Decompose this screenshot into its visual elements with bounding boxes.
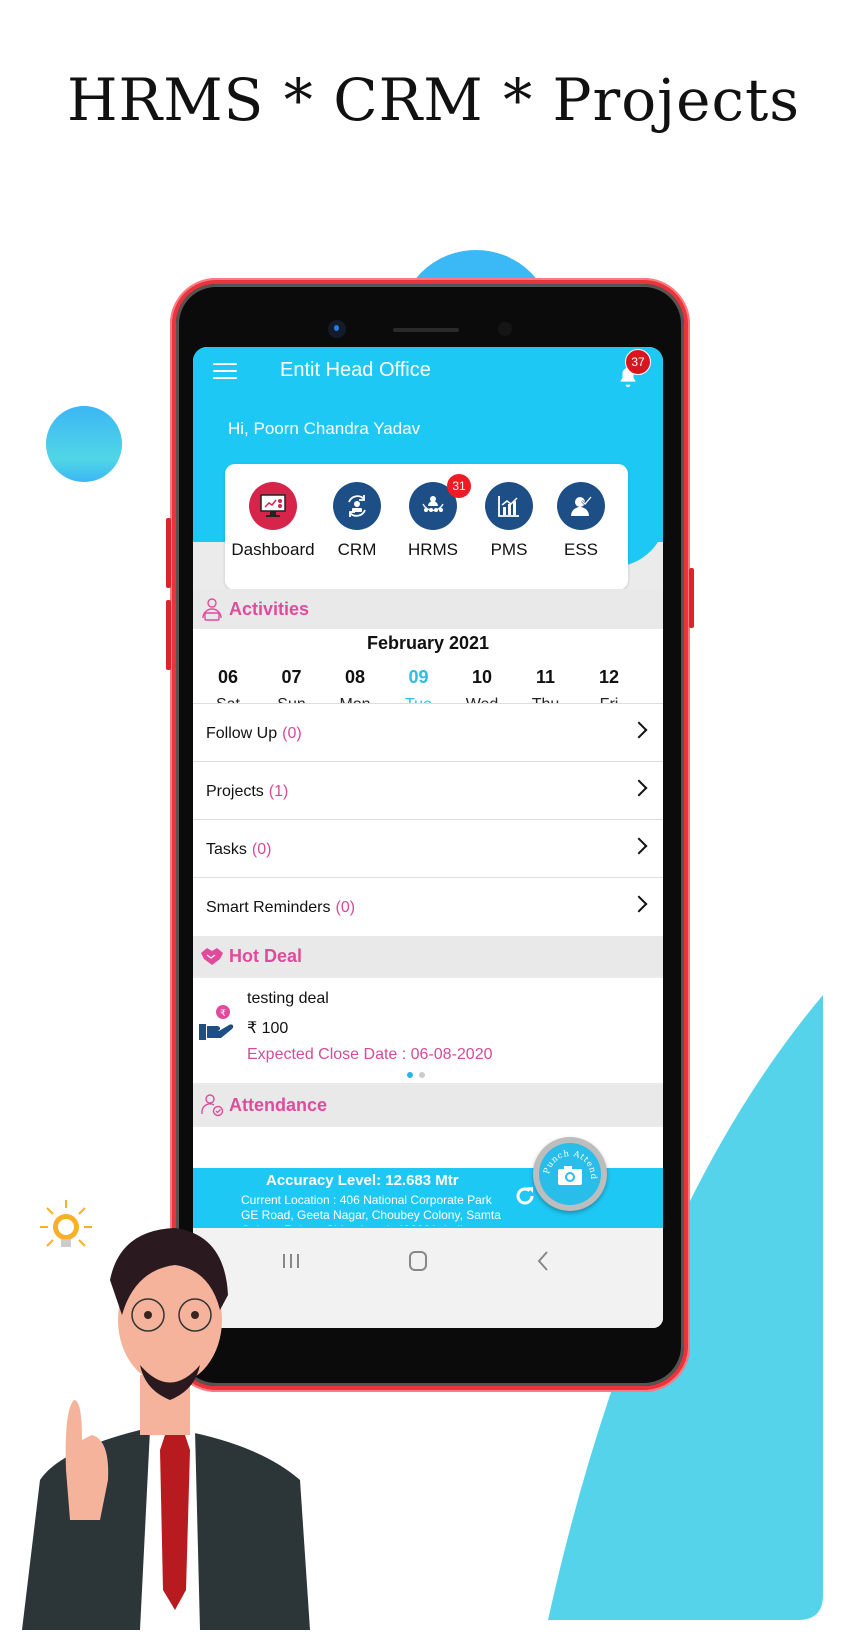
- greeting: Hi, Poorn Chandra Yadav: [228, 419, 421, 438]
- module-label: CRM: [337, 540, 377, 559]
- activity-label: Follow Up: [206, 724, 278, 742]
- app-title: Entit Head Office: [280, 359, 431, 381]
- hot-deal-title: Hot Deal: [229, 945, 303, 966]
- activity-row[interactable]: Smart Reminders (0): [193, 877, 663, 937]
- earpiece: [393, 328, 459, 332]
- dashboard-monitor-icon: [249, 482, 297, 530]
- chevron-right-icon: [630, 837, 648, 855]
- activity-count: (0): [251, 840, 272, 858]
- back-icon[interactable]: [523, 1246, 563, 1276]
- decorative-circle: [46, 406, 122, 482]
- app-screen: Entit Head Office 37 Hi, Poorn Chandra Y…: [193, 347, 663, 1328]
- headline: HRMS * CRM * Projects: [66, 66, 801, 134]
- modules-card: Dashboard CRM 31 HRMS PMS ESS: [225, 464, 628, 590]
- phone-side-button: [166, 518, 171, 588]
- carousel-dot[interactable]: [419, 1072, 425, 1078]
- activities-header: Activities: [193, 589, 663, 629]
- calendar-month: February 2021: [366, 633, 490, 653]
- punch-attendance-label: Punch Attendance: [536, 1136, 597, 1185]
- chevron-right-icon: [630, 895, 648, 913]
- activity-row[interactable]: Tasks (0): [193, 819, 663, 879]
- day-number: 09: [408, 667, 429, 687]
- home-icon[interactable]: [398, 1246, 438, 1276]
- handshake-icon: [201, 948, 223, 965]
- activity-label: Tasks: [206, 840, 247, 858]
- day-number: 06: [217, 667, 239, 687]
- camera-icon: [558, 1166, 582, 1185]
- module-dashboard[interactable]: Dashboard: [229, 482, 317, 560]
- ess-user-icon: [557, 482, 605, 530]
- punch-attendance-face: Punch Attendance: [536, 1136, 601, 1205]
- sensor: [498, 322, 512, 336]
- attendance-title: Attendance: [229, 1094, 328, 1115]
- activity-row[interactable]: Follow Up (0): [193, 703, 663, 763]
- deal-close-date: Expected Close Date : 06-08-2020: [247, 1046, 493, 1063]
- attendance-user-check-icon: [201, 1094, 224, 1117]
- carousel-indicator: [407, 1072, 425, 1078]
- day-number: 10: [471, 667, 493, 687]
- module-label: Dashboard: [231, 540, 315, 559]
- activity-row[interactable]: Projects (1): [193, 761, 663, 821]
- carousel-dot[interactable]: [407, 1072, 413, 1078]
- module-hrms[interactable]: 31 HRMS: [389, 474, 477, 560]
- crm-cycle-icon: [333, 482, 381, 530]
- day-number: 11: [535, 667, 556, 687]
- hamburger-menu-icon[interactable]: [213, 363, 237, 381]
- day-number: 12: [598, 667, 620, 687]
- deal-name: testing deal: [247, 990, 329, 1007]
- day-number: 07: [281, 667, 302, 687]
- activity-label: Smart Reminders: [206, 898, 331, 916]
- phone-side-button: [166, 600, 171, 670]
- rupee-hand-icon: ₹: [199, 1005, 234, 1040]
- punch-attendance-button[interactable]: Punch Attendance: [533, 1136, 607, 1211]
- lightbulb-icon: [40, 1200, 92, 1247]
- svg-text:₹: ₹: [220, 1009, 226, 1019]
- day-number: 08: [344, 667, 366, 687]
- chevron-right-icon: [630, 721, 648, 739]
- activity-label: Projects: [206, 782, 264, 800]
- refresh-icon[interactable]: [513, 1184, 537, 1208]
- module-label: ESS: [563, 540, 599, 559]
- accuracy-level: Accuracy Level: 12.683 Mtr: [266, 1172, 459, 1189]
- deal-amount: ₹ 100: [247, 1020, 289, 1037]
- hot-deal-header: Hot Deal: [193, 936, 663, 976]
- activity-count: (0): [282, 724, 302, 742]
- hot-deal-card[interactable]: ₹ testing deal ₹ 100 Expected Close Date…: [193, 978, 663, 1083]
- activity-count: (0): [335, 898, 356, 916]
- module-crm[interactable]: CRM: [313, 482, 401, 560]
- activities-person-icon: [202, 598, 222, 621]
- activities-title: Activities: [229, 598, 310, 619]
- front-camera: [328, 320, 346, 338]
- chevron-right-icon: [630, 779, 648, 797]
- notification-badge: 37: [625, 349, 651, 375]
- activity-count: (1): [268, 782, 289, 800]
- phone-side-button: [689, 568, 694, 628]
- businessman-illustration: [22, 1200, 310, 1630]
- pms-chart-icon: [485, 482, 533, 530]
- attendance-header: Attendance: [193, 1085, 663, 1125]
- module-label: HRMS: [407, 540, 459, 559]
- module-ess[interactable]: ESS: [537, 482, 625, 560]
